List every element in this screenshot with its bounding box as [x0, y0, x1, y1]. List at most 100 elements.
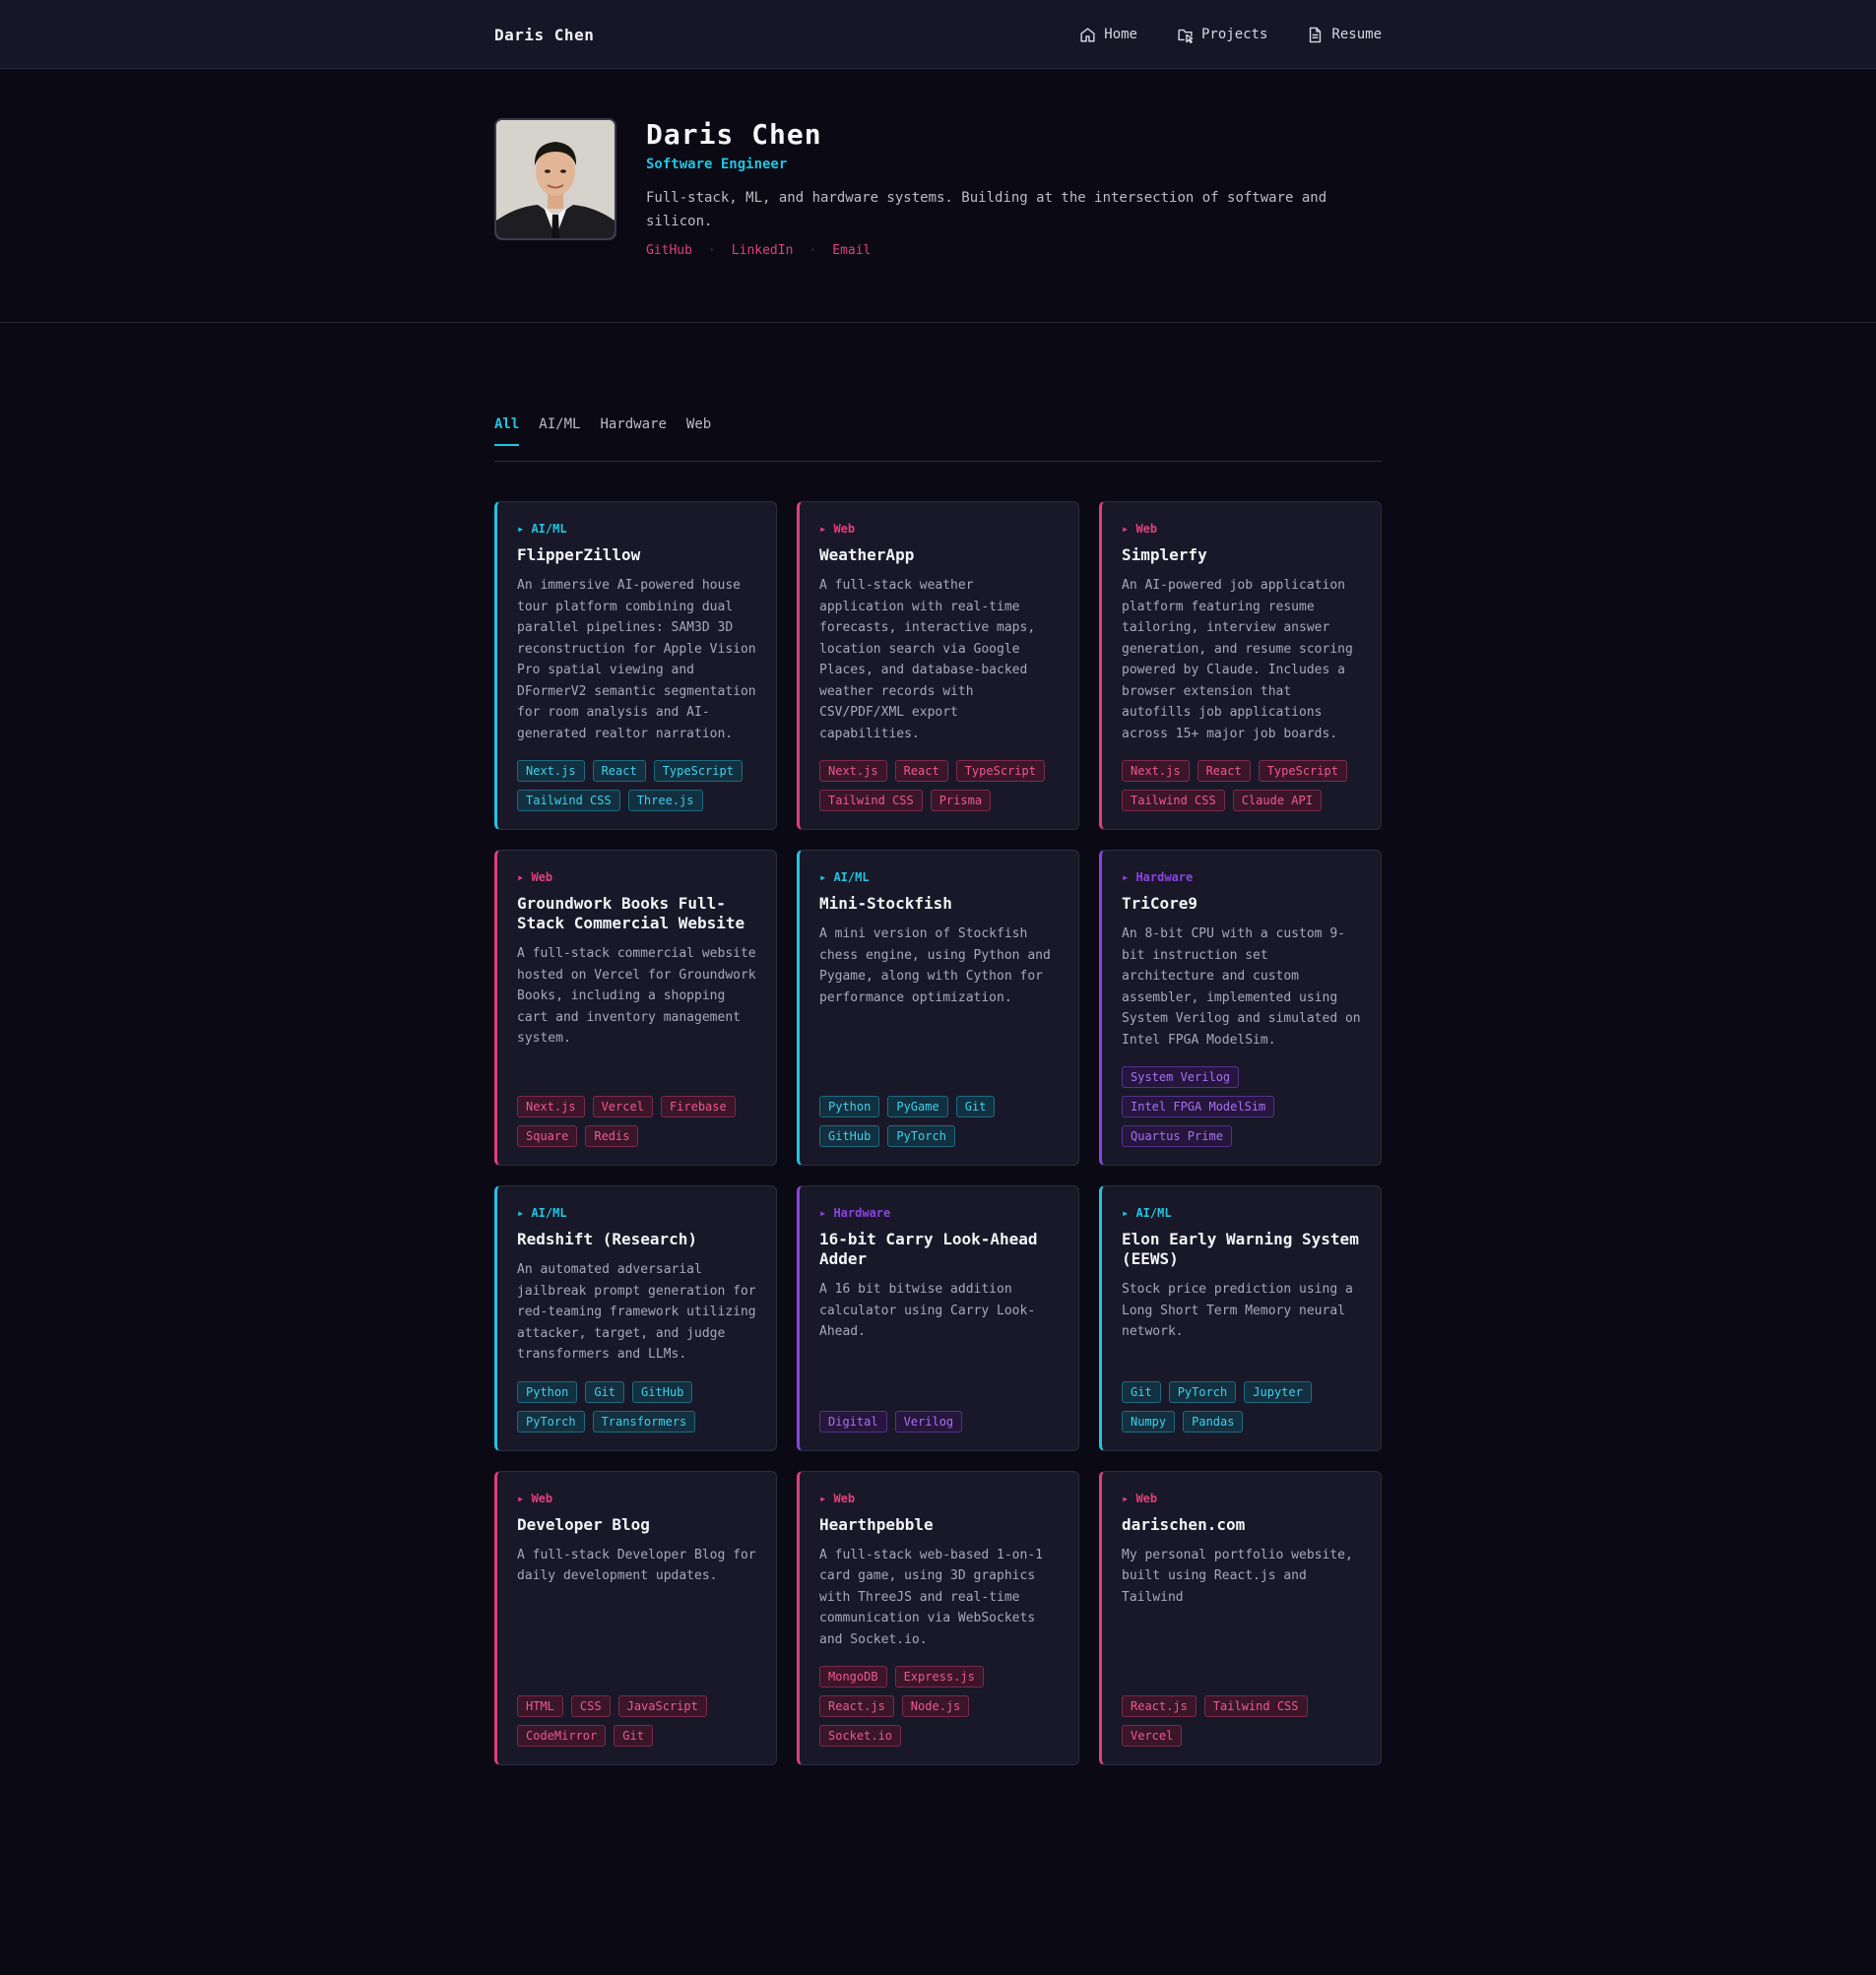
project-card[interactable]: ▸ Hardware TriCore9 An 8-bit CPU with a cu…: [1099, 850, 1382, 1166]
project-title[interactable]: Mini-Stockfish: [819, 894, 1059, 914]
project-card[interactable]: ▸ Web Groundwork Books Full-Stack Commerc…: [494, 850, 777, 1166]
tech-tag[interactable]: Git: [585, 1380, 625, 1403]
tech-tag[interactable]: PyTorch: [1168, 1380, 1237, 1403]
nav-link-projects[interactable]: Projects: [1177, 27, 1267, 43]
tech-tag[interactable]: GitHub: [819, 1125, 880, 1147]
tech-tag[interactable]: Jupyter: [1244, 1380, 1312, 1403]
tech-tag[interactable]: Three.js: [627, 790, 703, 811]
tech-tag[interactable]: Numpy: [1122, 1410, 1176, 1433]
tech-tag[interactable]: React.js: [819, 1695, 894, 1717]
tech-tag[interactable]: Tailwind CSS: [1203, 1695, 1308, 1717]
project-title[interactable]: Hearthpebble: [819, 1515, 1059, 1535]
github-link[interactable]: GitHub: [646, 243, 692, 258]
triangle-right-icon: ▸: [517, 1491, 532, 1505]
project-card[interactable]: ▸ Web darischen.com My personal portfolio …: [1099, 1470, 1382, 1765]
tech-tag[interactable]: Tailwind CSS: [819, 790, 923, 811]
document-icon: [1310, 27, 1322, 42]
project-tags: Next.js React TypeScript Tailwind CSS Claude…: [1122, 760, 1361, 811]
project-card[interactable]: ▸ Hardware 16-bit Carry Look-Ahead Adder A…: [797, 1185, 1079, 1451]
tech-tag[interactable]: Next.js: [517, 1096, 585, 1117]
project-card[interactable]: ▸ AI/ML Elon Early Warning System (EEWS) S…: [1099, 1185, 1382, 1451]
project-description: My personal portfolio website, built usi…: [1122, 1547, 1353, 1605]
tech-tag[interactable]: Tailwind CSS: [1122, 790, 1225, 811]
tech-tag[interactable]: Digital: [819, 1410, 887, 1433]
triangle-right-icon: ▸: [1122, 1206, 1136, 1220]
email-link[interactable]: Email: [832, 243, 871, 258]
tech-tag[interactable]: Intel FPGA ModelSim: [1122, 1096, 1275, 1117]
tech-tag[interactable]: PyTorch: [517, 1410, 585, 1433]
project-card[interactable]: ▸ Web Developer Blog A full-stack Develope…: [494, 1470, 777, 1765]
project-title[interactable]: Simplerfy: [1122, 545, 1361, 565]
brand-logo[interactable]: Daris Chen: [494, 26, 594, 44]
tech-tag[interactable]: Quartus Prime: [1122, 1125, 1232, 1147]
tech-tag[interactable]: Python: [819, 1096, 880, 1117]
tab-web[interactable]: Web: [686, 416, 711, 444]
project-card[interactable]: ▸ AI/ML FlipperZillow An immersive AI-powe…: [494, 501, 777, 830]
project-title[interactable]: TriCore9: [1122, 894, 1361, 914]
tab-all[interactable]: All: [494, 416, 520, 446]
tech-tag[interactable]: Git: [614, 1725, 653, 1747]
tech-tag[interactable]: Vercel: [592, 1096, 653, 1117]
tech-tag[interactable]: Verilog: [894, 1410, 963, 1433]
tech-tag[interactable]: React: [592, 760, 646, 782]
tech-tag[interactable]: Express.js: [894, 1666, 984, 1688]
tech-tag[interactable]: Prisma: [930, 790, 992, 811]
tech-tag[interactable]: Square: [517, 1125, 578, 1147]
tech-tag[interactable]: TypeScript: [653, 760, 743, 782]
project-title[interactable]: Elon Early Warning System (EEWS): [1122, 1230, 1361, 1269]
tech-tag[interactable]: CodeMirror: [517, 1725, 607, 1747]
tech-tag[interactable]: Vercel: [1122, 1725, 1183, 1747]
nav-link-resume[interactable]: Resume: [1307, 27, 1382, 43]
tech-tag[interactable]: TypeScript: [1258, 760, 1347, 782]
tech-tag[interactable]: GitHub: [632, 1380, 693, 1403]
tech-tag[interactable]: React: [1197, 760, 1251, 782]
projects-grid: ▸ AI/ML FlipperZillow An immersive AI-powe…: [494, 501, 1382, 1765]
tech-tag[interactable]: HTML: [517, 1695, 563, 1717]
tech-tag[interactable]: CSS: [570, 1695, 611, 1717]
tech-tag[interactable]: JavaScript: [617, 1695, 707, 1717]
tech-tag[interactable]: Claude API: [1232, 790, 1322, 811]
project-card[interactable]: ▸ AI/ML Mini-Stockfish A mini version of S…: [797, 850, 1079, 1166]
tech-tag[interactable]: MongoDB: [819, 1666, 887, 1688]
project-card[interactable]: ▸ Web Simplerfy An AI-powered job applicat…: [1099, 501, 1382, 830]
project-category: ▸ AI/ML: [517, 522, 756, 536]
project-title[interactable]: WeatherApp: [819, 545, 1059, 565]
tab-ai-ml[interactable]: AI/ML: [539, 416, 580, 444]
tech-tag[interactable]: PyGame: [887, 1096, 948, 1117]
project-description: A full-stack web-based 1-on-1 card game,…: [819, 1547, 1043, 1647]
project-card[interactable]: ▸ Web Hearthpebble A full-stack web-based …: [797, 1470, 1079, 1765]
project-title[interactable]: 16-bit Carry Look-Ahead Adder: [819, 1230, 1059, 1269]
project-title[interactable]: Developer Blog: [517, 1515, 756, 1535]
tech-tag[interactable]: Node.js: [901, 1695, 970, 1717]
project-category-label: AI/ML: [833, 870, 870, 884]
project-title[interactable]: FlipperZillow: [517, 545, 756, 565]
tech-tag[interactable]: Socket.io: [819, 1725, 902, 1747]
tech-tag[interactable]: Pandas: [1183, 1410, 1244, 1433]
tech-tag[interactable]: React: [894, 760, 948, 782]
tech-tag[interactable]: TypeScript: [955, 760, 1045, 782]
nav-link-home[interactable]: Home: [1079, 27, 1137, 43]
tech-tag[interactable]: Transformers: [592, 1410, 696, 1433]
tech-tag[interactable]: Next.js: [517, 760, 585, 782]
tech-tag[interactable]: Git: [955, 1096, 996, 1117]
tech-tag[interactable]: Python: [517, 1380, 578, 1403]
triangle-right-icon: ▸: [819, 522, 834, 536]
project-card[interactable]: ▸ AI/ML Redshift (Research) An automated a…: [494, 1185, 777, 1451]
tech-tag[interactable]: Git: [1122, 1380, 1161, 1403]
tech-tag[interactable]: Tailwind CSS: [517, 790, 620, 811]
project-title[interactable]: Groundwork Books Full-Stack Commercial W…: [517, 894, 756, 933]
project-tags: Git PyTorch Jupyter Numpy Pandas: [1122, 1380, 1361, 1433]
project-title[interactable]: Redshift (Research): [517, 1230, 756, 1249]
tech-tag[interactable]: Redis: [585, 1125, 639, 1147]
tech-tag[interactable]: System Verilog: [1122, 1066, 1240, 1088]
project-card[interactable]: ▸ Web WeatherApp A full-stack weather appl…: [797, 501, 1079, 830]
linkedin-link[interactable]: LinkedIn: [732, 243, 794, 258]
tech-tag[interactable]: Next.js: [1122, 760, 1190, 782]
hero-name: Daris Chen: [646, 118, 822, 151]
tech-tag[interactable]: React.js: [1122, 1695, 1197, 1717]
tech-tag[interactable]: Next.js: [819, 760, 887, 782]
tech-tag[interactable]: Firebase: [660, 1096, 736, 1117]
tech-tag[interactable]: PyTorch: [887, 1125, 955, 1147]
tab-hardware[interactable]: Hardware: [600, 416, 666, 444]
project-title[interactable]: darischen.com: [1122, 1515, 1361, 1535]
